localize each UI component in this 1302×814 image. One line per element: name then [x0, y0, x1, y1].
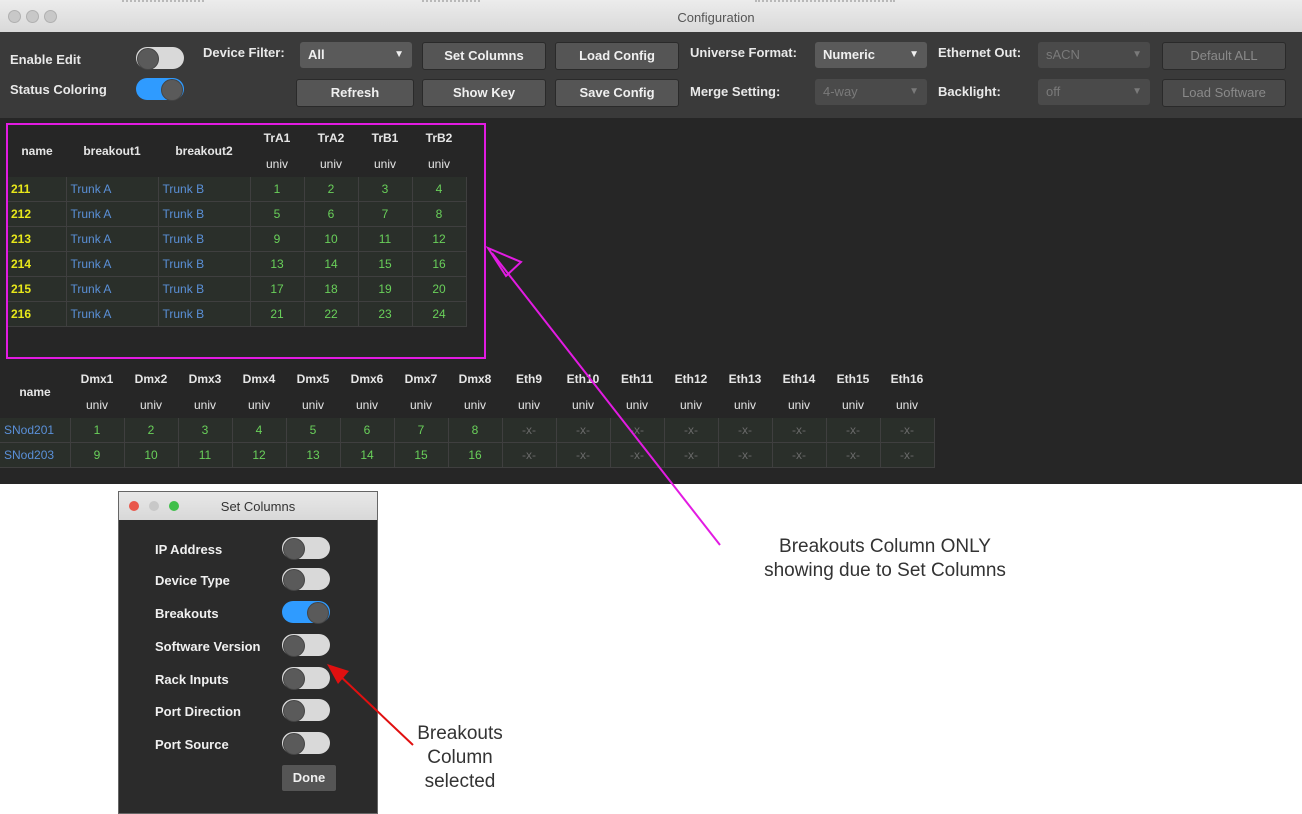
- magenta-arrow: [491, 252, 721, 546]
- annotation-line: Column: [427, 747, 493, 768]
- annotation-line: selected: [424, 771, 496, 792]
- magenta-arrowhead: [485, 245, 523, 278]
- annotation-line: Breakouts Column ONLY: [779, 536, 991, 557]
- breakouts-selected-annotation: Breakouts Column selected: [400, 722, 520, 794]
- annotation-line: showing due to Set Columns: [764, 560, 1006, 581]
- annotation-arrows: [327, 245, 721, 746]
- breakouts-showing-annotation: Breakouts Column ONLY showing due to Set…: [700, 535, 1070, 583]
- annotation-line: Breakouts: [417, 723, 503, 744]
